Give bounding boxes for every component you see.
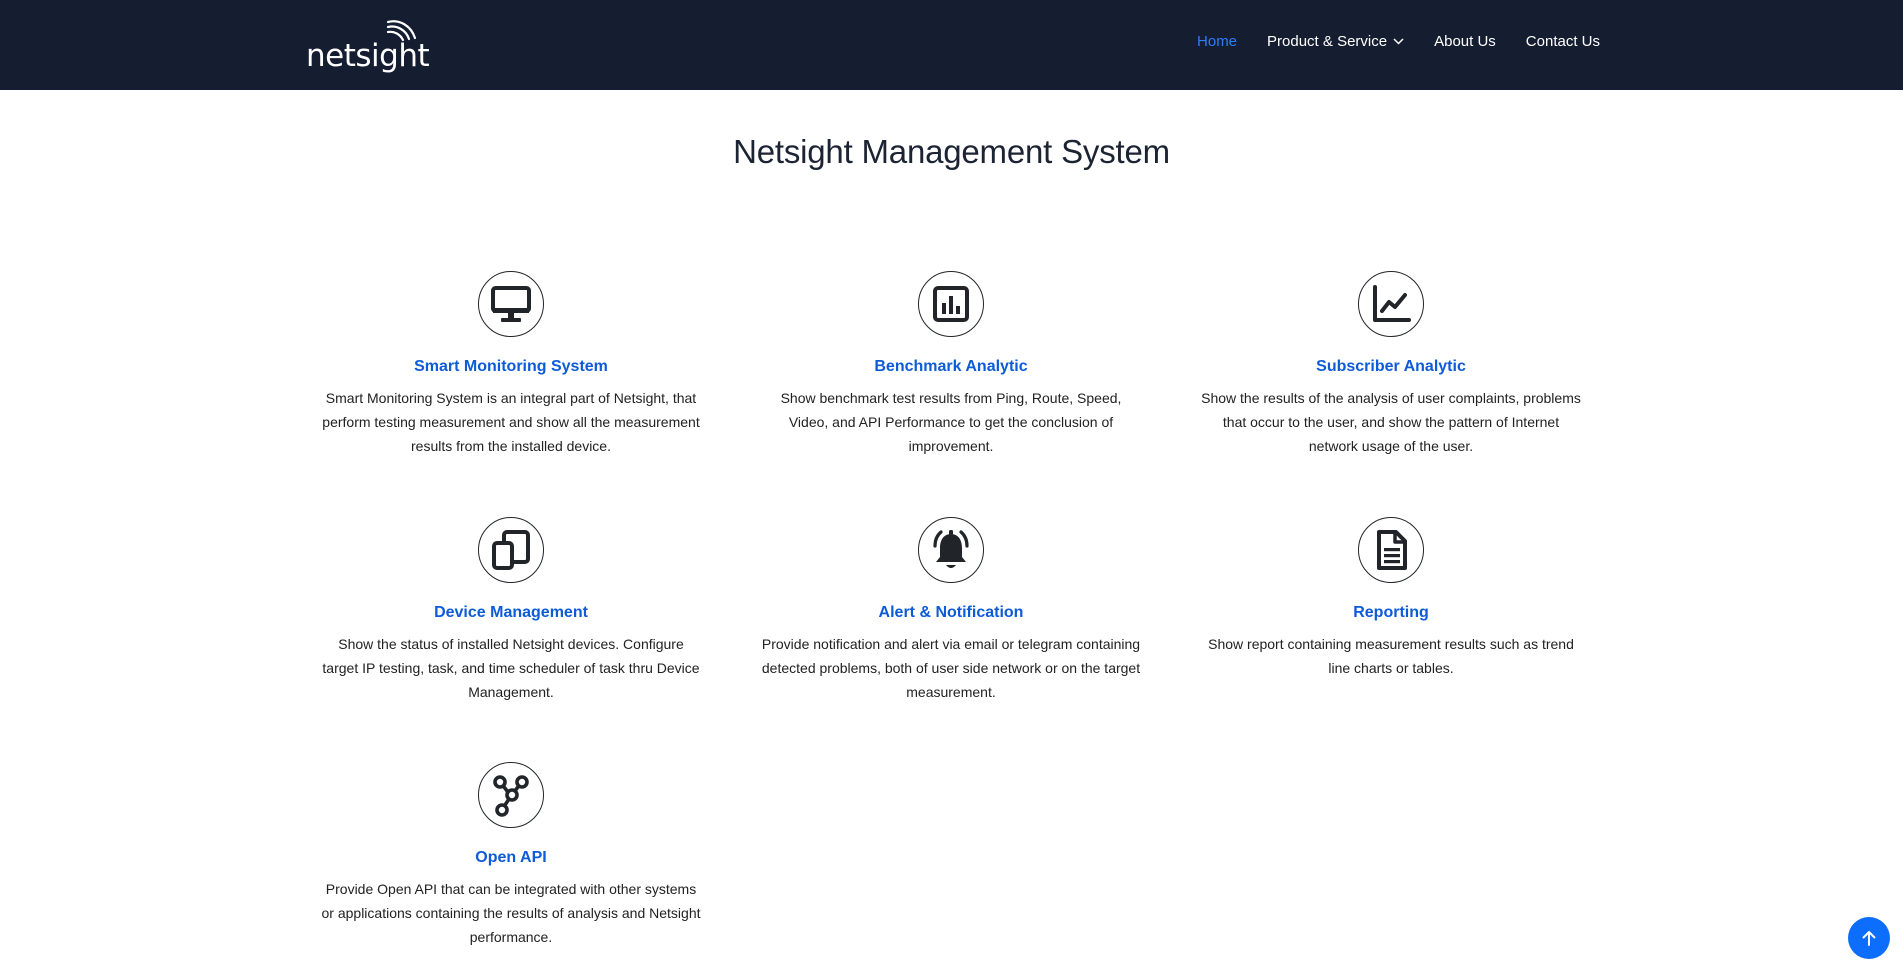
feature-description: Provide notification and alert via email…: [761, 636, 1141, 701]
nav-home[interactable]: Home: [1197, 34, 1237, 49]
nav-product-service[interactable]: Product & Service: [1267, 34, 1404, 49]
nav-about-us-label: About Us: [1434, 33, 1496, 50]
feature-icon-circle: [1358, 517, 1424, 583]
nav-home-label: Home: [1197, 33, 1238, 50]
document-icon: [1377, 530, 1407, 570]
feature-icon-circle: [1358, 271, 1424, 337]
feature-description: Smart Monitoring System is an integral p…: [322, 390, 700, 455]
feature-card-device-management: Device Management Show the status of ins…: [316, 517, 706, 704]
feature-title: Device Management: [434, 604, 588, 621]
devices-icon: [492, 530, 530, 570]
feature-description: Provide Open API that can be integrated …: [321, 881, 701, 946]
nav-contact-us-label: Contact Us: [1525, 33, 1600, 50]
bar-chart-icon: [933, 286, 969, 322]
feature-title: Subscriber Analytic: [1316, 358, 1466, 375]
feature-title: Open API: [475, 849, 547, 866]
feature-description: Show the results of the analysis of user…: [1201, 390, 1581, 455]
line-chart-icon: [1373, 285, 1411, 322]
feature-icon-circle: [478, 762, 544, 828]
arrow-up-icon: [1862, 931, 1876, 946]
monitor-icon: [491, 286, 531, 322]
feature-description: Show benchmark test results from Ping, R…: [780, 390, 1122, 455]
page-title: Netsight Management System: [733, 133, 1170, 170]
logo-text: netsight: [306, 38, 430, 74]
main-nav: Home Product & Service About Us Contact …: [1197, 34, 1600, 49]
feature-title: Alert & Notification: [878, 604, 1024, 621]
feature-title: Smart Monitoring System: [414, 358, 608, 375]
nodes-icon: [493, 775, 529, 817]
back-to-top-button[interactable]: [1848, 917, 1890, 959]
nav-about-us[interactable]: About Us: [1434, 34, 1496, 49]
netsight-logo[interactable]: netsight: [306, 18, 430, 72]
feature-card-alert-notification: Alert & Notification Provide notificatio…: [756, 517, 1146, 704]
nav-contact-us[interactable]: Contact Us: [1526, 34, 1600, 49]
feature-title: Benchmark Analytic: [874, 358, 1028, 375]
feature-description: Show the status of installed Netsight de…: [322, 636, 700, 701]
nav-product-service-label: Product & Service: [1267, 33, 1388, 50]
feature-icon-circle: [478, 271, 544, 337]
feature-description: Show report containing measurement resul…: [1208, 636, 1574, 677]
feature-title: Reporting: [1353, 604, 1429, 621]
feature-icon-circle: [478, 517, 544, 583]
navbar: netsight Home Product & Service About Us…: [0, 0, 1903, 90]
feature-card-benchmark-analytic: Benchmark Analytic Show benchmark test r…: [756, 271, 1146, 458]
feature-card-reporting: Reporting Show report containing measure…: [1196, 517, 1586, 680]
chevron-down-icon: [1393, 38, 1404, 45]
feature-icon-circle: [918, 271, 984, 337]
feature-card-smart-monitoring: Smart Monitoring System Smart Monitoring…: [316, 271, 706, 458]
feature-card-subscriber-analytic: Subscriber Analytic Show the results of …: [1196, 271, 1586, 458]
bell-icon: [933, 530, 969, 568]
feature-icon-circle: [918, 517, 984, 583]
feature-card-open-api: Open API Provide Open API that can be in…: [316, 762, 706, 949]
